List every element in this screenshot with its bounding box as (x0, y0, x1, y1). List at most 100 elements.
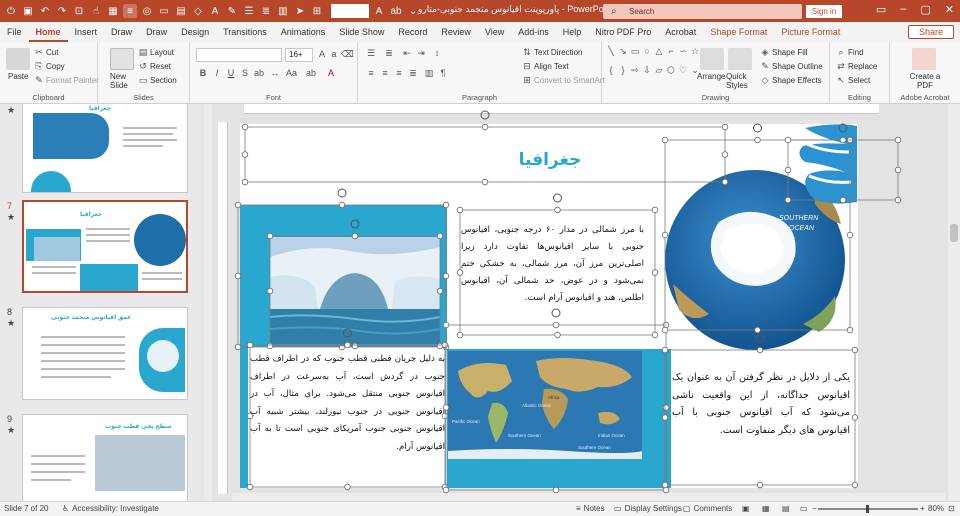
shape-outline-button[interactable]: ✎ Shape Outline (760, 61, 822, 71)
heart-shape-icon[interactable]: ♡ (678, 65, 688, 75)
justify-button[interactable]: ≣ (408, 68, 418, 78)
rect-shape-icon[interactable]: ▭ (630, 46, 640, 56)
touch-mode-icon[interactable]: ☝ (89, 4, 103, 18)
slideshow-view-button[interactable]: ▭ (800, 504, 808, 513)
grow-font-button[interactable]: A (317, 49, 327, 59)
maximize-icon[interactable]: ▢ (920, 3, 930, 16)
scroll-thumb[interactable] (950, 224, 958, 242)
elbow-shape-icon[interactable]: ⌐ (666, 46, 676, 56)
create-pdf-button[interactable]: Create a PDF (902, 72, 948, 90)
quick-styles-icon[interactable] (728, 48, 752, 70)
start-slideshow-icon[interactable]: ◎ (140, 4, 154, 18)
shadow-button[interactable]: S (240, 68, 250, 78)
iceberg-image[interactable] (270, 237, 440, 344)
shape-effects-button[interactable]: ◇ Shape Effects (760, 75, 822, 85)
zoom-out-button[interactable]: − (812, 504, 817, 513)
highlight-icon[interactable]: ab (389, 4, 403, 18)
thumbnail-scrollbar[interactable] (204, 104, 212, 501)
format-painter-button[interactable]: ✎ Format Painter (34, 75, 99, 85)
bold-button[interactable]: B (198, 68, 208, 78)
find-button[interactable]: ⌕ Find (836, 47, 863, 57)
slide-thumbnail-8[interactable]: عمق اقیانوس منجمد جنوبی (22, 307, 188, 400)
accessibility-button[interactable]: ♿ Accessibility: Investigate (62, 504, 159, 513)
arrange-button[interactable]: Arrange (697, 72, 725, 81)
shrink-font-button[interactable]: a (329, 49, 339, 59)
select-button[interactable]: ↖ Select (836, 75, 870, 85)
strikethrough-button[interactable]: ab (254, 68, 264, 78)
comments-button[interactable]: ▢ Comments (683, 504, 732, 513)
arrow-icon[interactable]: ➤ (293, 4, 307, 18)
paragraph-right[interactable]: یکی از دلایل در نظر گرفتن آن به عنوان یک… (672, 369, 850, 439)
italic-button[interactable]: I (212, 68, 222, 78)
replace-button[interactable]: ⇄ Replace (836, 61, 877, 71)
paste-icon[interactable] (6, 48, 30, 70)
brace-shape-icon[interactable]: } (618, 65, 628, 75)
underline-button[interactable]: U (226, 68, 236, 78)
highlight-button[interactable]: ab (306, 68, 316, 78)
font-name-select[interactable] (196, 48, 282, 62)
arrange-icon[interactable] (700, 48, 724, 70)
line-spacing-button[interactable]: ↕ (432, 48, 442, 58)
tab-transitions[interactable]: Transitions (216, 22, 274, 42)
zoom-in-button[interactable]: + (920, 504, 925, 513)
minimize-icon[interactable]: – (900, 3, 906, 16)
align-left-button[interactable]: ≡ (366, 68, 376, 78)
bracket-shape-icon[interactable]: { (606, 65, 616, 75)
tab-picture-format[interactable]: Picture Format (774, 22, 847, 42)
tab-insert[interactable]: Insert (68, 22, 105, 42)
share-button[interactable]: Share (908, 25, 954, 39)
notes-button[interactable]: ≡ Notes (576, 504, 605, 513)
paste-button[interactable]: Paste (8, 72, 28, 81)
align-icon[interactable]: ≡ (123, 4, 137, 18)
text-box-icon[interactable]: A (208, 4, 222, 18)
tab-slide-show[interactable]: Slide Show (332, 22, 391, 42)
slide-title[interactable]: جغرافیا (440, 150, 660, 170)
arrow-shape-icon[interactable]: ↘ (618, 46, 628, 56)
cut-button[interactable]: ✂ Cut (34, 47, 58, 57)
copy-button[interactable]: ⎘ Copy (34, 61, 64, 71)
line-shape-icon[interactable]: ╲ (606, 46, 616, 56)
convert-smartart-button[interactable]: ⊞ Convert to SmartArt (522, 75, 604, 85)
normal-view-button[interactable]: ▣ (742, 504, 750, 513)
decorative-swirl-shape[interactable] (795, 124, 858, 204)
slide-thumbnail-9[interactable]: سطح یخی قطب جنوب (22, 414, 188, 501)
increase-indent-button[interactable]: ⇥ (416, 48, 426, 58)
tab-file[interactable]: File (0, 22, 29, 42)
right-arrow-shape-icon[interactable]: ⇨ (630, 65, 640, 75)
tab-acrobat[interactable]: Acrobat (658, 22, 703, 42)
world-map-image[interactable]: Atlantic Ocean Pacific Ocean Southern Oc… (448, 351, 642, 459)
shape-fill-button[interactable]: ◈ Shape Fill (760, 47, 808, 57)
fit-slide-button[interactable]: ⊡ (948, 504, 955, 513)
picture-icon[interactable]: ▤ (174, 4, 188, 18)
slide-thumbnail-7[interactable]: جغرافیا (22, 200, 188, 293)
section-button[interactable]: ▭ Section (138, 75, 177, 85)
new-slide-icon[interactable]: ▭ (157, 4, 171, 18)
new-slide-button[interactable]: New Slide (110, 72, 134, 90)
font-color-icon[interactable]: A (372, 4, 386, 18)
tab-record[interactable]: Record (391, 22, 434, 42)
new-slide-icon[interactable] (110, 48, 134, 70)
ribbon-display-icon[interactable]: ▭ (876, 3, 886, 16)
autosave-icon[interactable]: ⏻ (4, 4, 18, 18)
list-icon[interactable]: ≣ (259, 4, 273, 18)
display-settings-button[interactable]: ▭ Display Settings (614, 504, 682, 513)
tab-help[interactable]: Help (556, 22, 589, 42)
font-size-select[interactable]: 16+ (285, 48, 313, 62)
numbering-button[interactable]: ≣ (384, 48, 394, 58)
tab-animations[interactable]: Animations (274, 22, 333, 42)
brush-icon[interactable]: ✎ (225, 4, 239, 18)
star-shape-icon[interactable]: ☆ (690, 46, 700, 56)
zoom-level[interactable]: 80% (928, 504, 944, 513)
columns-button[interactable]: ▥ (424, 68, 434, 78)
qat-font-input[interactable] (331, 4, 369, 18)
layout-button[interactable]: ▤ Layout (138, 47, 174, 57)
tab-add-ins[interactable]: Add-ins (511, 22, 556, 42)
table-icon[interactable]: ▦ (106, 4, 120, 18)
tab-review[interactable]: Review (434, 22, 478, 42)
decrease-indent-button[interactable]: ⇤ (402, 48, 412, 58)
bullets-icon[interactable]: ☰ (242, 4, 256, 18)
clear-format-button[interactable]: ⌫ (341, 49, 354, 59)
chart-icon[interactable]: ▥ (276, 4, 290, 18)
tab-design[interactable]: Design (174, 22, 216, 42)
present-icon[interactable]: ⊡ (72, 4, 86, 18)
